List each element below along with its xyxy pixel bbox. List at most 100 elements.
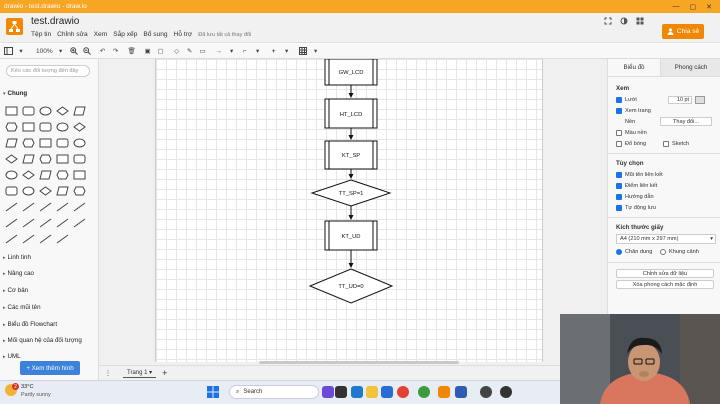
shape-dashed-line-icon[interactable] xyxy=(3,200,19,214)
section-basic[interactable]: ▸ Cơ bản xyxy=(3,287,28,294)
shape-bidirectional-icon[interactable] xyxy=(37,200,53,214)
more-shapes-button[interactable]: + Xem thêm hình xyxy=(20,361,80,375)
shape-rectangle-icon[interactable] xyxy=(3,104,19,118)
format-panel-icon[interactable] xyxy=(3,45,13,57)
shape-diamond-icon[interactable] xyxy=(54,120,70,134)
grid-size-input[interactable]: 10 pt xyxy=(668,96,692,104)
task-view-icon[interactable] xyxy=(335,386,347,398)
shape-and-icon[interactable] xyxy=(3,184,19,198)
to-front-icon[interactable]: ▣ xyxy=(143,45,153,57)
drawio-taskbar-icon[interactable] xyxy=(438,386,450,398)
shape-step-icon[interactable] xyxy=(37,152,53,166)
windows-start-icon[interactable] xyxy=(207,386,219,398)
section-misc[interactable]: ▸ Linh tinh xyxy=(3,254,31,261)
shape-triangle-icon[interactable] xyxy=(20,136,36,150)
menu-arrange[interactable]: Sắp xếp xyxy=(113,31,137,38)
menu-view[interactable]: Xem xyxy=(94,31,108,38)
shape-callout-icon[interactable] xyxy=(37,168,53,182)
theme-icon[interactable] xyxy=(620,17,628,25)
landscape-radio[interactable]: Khung cảnh xyxy=(660,249,699,255)
obs-icon[interactable] xyxy=(500,386,512,398)
paper-size-select[interactable]: A4 (210 mm x 297 mm) ▾ xyxy=(616,234,716,244)
edge-icon[interactable] xyxy=(351,386,363,398)
shape-text-icon[interactable] xyxy=(37,104,53,118)
page-view-checkbox[interactable]: Xem trang xyxy=(616,108,651,114)
maximize-icon[interactable]: ▢ xyxy=(690,3,697,11)
shape-line-2-icon[interactable] xyxy=(3,232,19,246)
shape-container-2-icon[interactable] xyxy=(54,184,70,198)
shape-bidir-link-icon[interactable] xyxy=(54,216,70,230)
insert-icon[interactable]: + xyxy=(269,45,279,57)
fill-color-icon[interactable]: ◇ xyxy=(172,45,182,57)
undo-icon[interactable]: ↶ xyxy=(98,45,108,57)
table-icon[interactable] xyxy=(298,45,308,57)
section-advanced[interactable]: ▸ Nâng cao xyxy=(3,270,34,277)
diagram-page[interactable]: GW_LCD HT_LCD KT_SP TT_SP=1 KT_UD TT_UD=… xyxy=(155,59,543,362)
shape-arrow-line-icon[interactable] xyxy=(71,216,87,230)
file-explorer-icon[interactable] xyxy=(366,386,378,398)
word-icon[interactable] xyxy=(455,386,467,398)
clear-default-style-button[interactable]: Xóa phong cách mặc định xyxy=(616,280,714,289)
shape-connector-icon[interactable] xyxy=(37,216,53,230)
vertical-scrollbar[interactable] xyxy=(544,59,550,359)
waypoints-icon[interactable]: ⌐ xyxy=(240,45,250,57)
chevron-down-icon[interactable]: ▾ xyxy=(282,45,292,57)
chevron-down-icon[interactable]: ▾ xyxy=(56,45,66,57)
apps-icon[interactable] xyxy=(636,17,644,25)
diagram-canvas[interactable]: GW_LCD HT_LCD KT_SP TT_SP=1 KT_UD TT_UD=… xyxy=(99,59,607,365)
chrome-icon[interactable] xyxy=(397,386,409,398)
shape-cube-icon[interactable] xyxy=(20,152,36,166)
bg-color-checkbox[interactable]: Màu nền xyxy=(616,130,647,136)
share-button[interactable]: Chia sẻ xyxy=(662,24,704,39)
grid-color-swatch[interactable] xyxy=(695,96,705,104)
shape-trapezoid-icon[interactable] xyxy=(54,152,70,166)
shape-textbox-icon[interactable] xyxy=(54,104,70,118)
shape-dotted-line-icon[interactable] xyxy=(20,200,36,214)
app-icon[interactable] xyxy=(480,386,492,398)
section-arrows[interactable]: ▸ Các mũi tên xyxy=(3,304,41,311)
copilot-icon[interactable] xyxy=(322,386,334,398)
zoom-select[interactable]: 100% xyxy=(36,45,53,57)
shape-internal-storage-icon[interactable] xyxy=(3,152,19,166)
shape-square-icon[interactable] xyxy=(3,120,19,134)
section-general[interactable]: ▾ Chung xyxy=(3,90,27,97)
section-entity-relation[interactable]: ▸ Mối quan hệ của đối tượng xyxy=(3,337,82,344)
shape-curve-icon[interactable] xyxy=(20,216,36,230)
fullscreen-icon[interactable] xyxy=(604,17,612,25)
menu-extras[interactable]: Bổ sung xyxy=(143,31,167,38)
autosave-checkbox[interactable]: Tự động lưu xyxy=(616,205,656,211)
shape-hexagon-icon[interactable] xyxy=(3,136,19,150)
redo-icon[interactable]: ↷ xyxy=(111,45,121,57)
to-back-icon[interactable]: ▢ xyxy=(156,45,166,57)
chevron-down-icon[interactable]: ▾ xyxy=(253,45,263,57)
grid-checkbox[interactable]: Lưới xyxy=(616,97,637,103)
shape-actor-icon[interactable] xyxy=(54,168,70,182)
store-icon[interactable] xyxy=(381,386,393,398)
shadow-checkbox[interactable]: Đổ bóng xyxy=(616,141,646,147)
shape-tape-icon[interactable] xyxy=(71,152,87,166)
connection-icon[interactable]: → xyxy=(214,45,224,57)
shape-data-storage-icon[interactable] xyxy=(20,184,36,198)
shape-search-input[interactable]: Kéo các đối tượng đến đây xyxy=(6,65,90,77)
shape-document-icon[interactable] xyxy=(71,136,87,150)
shape-card-icon[interactable] xyxy=(20,168,36,182)
taskbar-search[interactable]: ⌕ Search xyxy=(229,385,319,399)
minimize-icon[interactable]: — xyxy=(673,3,680,11)
chrome-profile-icon[interactable] xyxy=(418,386,430,398)
add-page-icon[interactable]: + xyxy=(162,368,167,378)
menu-file[interactable]: Tệp tin xyxy=(31,31,51,38)
section-flowchart[interactable]: ▸ Biểu đồ Flowchart xyxy=(3,321,57,328)
guides-checkbox[interactable]: Hướng dẫn xyxy=(616,194,654,200)
connection-points-checkbox[interactable]: Điểm liên kết xyxy=(616,183,657,189)
shape-link-icon[interactable] xyxy=(3,216,19,230)
zoom-in-icon[interactable] xyxy=(69,45,79,57)
change-background-button[interactable]: Thay đổi... xyxy=(660,117,712,126)
shape-parallelogram-icon[interactable] xyxy=(71,120,87,134)
page-tab-1[interactable]: Trang 1 ▾ xyxy=(123,368,157,378)
zoom-out-icon[interactable] xyxy=(82,45,92,57)
shape-arrow-icon[interactable] xyxy=(54,200,70,214)
tab-diagram[interactable]: Biểu đồ xyxy=(608,59,660,77)
tab-style[interactable]: Phong cách xyxy=(660,59,720,77)
shape-container-icon[interactable] xyxy=(37,184,53,198)
chevron-down-icon[interactable]: ▾ xyxy=(16,45,26,57)
